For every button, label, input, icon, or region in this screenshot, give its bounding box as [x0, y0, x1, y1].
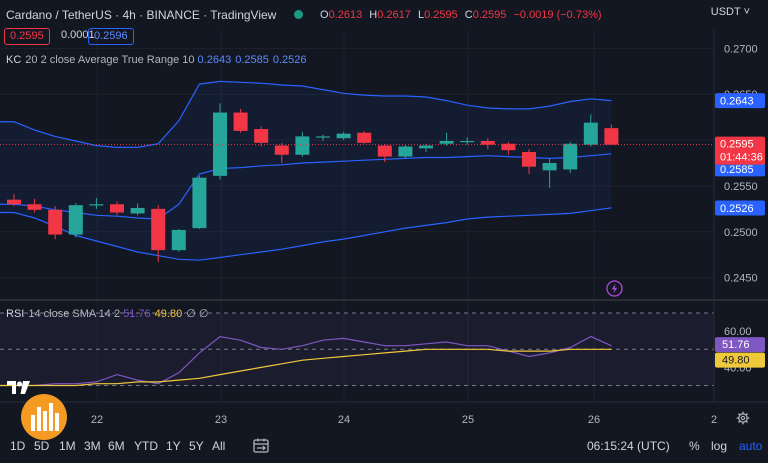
candle-body	[130, 207, 145, 214]
lightning-icon[interactable]	[606, 280, 623, 297]
kc-lower-value: 0.2526	[272, 54, 307, 66]
kc-middle-axis-label: 0.2585	[720, 164, 754, 176]
candle-body	[274, 145, 289, 155]
auto-scale-button[interactable]: auto	[739, 439, 762, 453]
rsi-value: 51.76	[123, 308, 151, 320]
kc-middle-value: 0.2585	[235, 54, 269, 66]
kc-lower-axis-label: 0.2526	[720, 203, 754, 215]
kc-name: KC	[6, 54, 22, 66]
chevron-down-icon: ˅	[743, 6, 750, 18]
time-tick-label: 24	[338, 414, 350, 426]
range-1d-button[interactable]: 1D	[10, 439, 25, 453]
candle-body	[357, 132, 372, 143]
range-ytd-button[interactable]: YTD	[134, 439, 158, 453]
open-label: O	[320, 9, 329, 21]
open-value: 0.2613	[328, 9, 363, 21]
candle-body	[522, 151, 536, 167]
candle-body	[419, 145, 433, 149]
price-tick-label: 0.2500	[724, 227, 758, 239]
buy-button[interactable]: 0.2596	[88, 28, 134, 45]
candle-body	[110, 204, 124, 213]
range-3m-button[interactable]: 3M	[84, 439, 101, 453]
change-value: −0.0019 (−0.73%)	[513, 9, 602, 21]
range-5y-button[interactable]: 5Y	[189, 439, 204, 453]
market-status-dot[interactable]	[294, 10, 303, 19]
candle-body	[233, 112, 248, 131]
sma-axis-label: 49.80	[722, 355, 750, 367]
price-tick-label: 0.2450	[724, 273, 758, 285]
high-value: 0.2617	[377, 9, 411, 21]
gear-icon[interactable]	[736, 411, 750, 425]
bottom-toolbar: 1D 5D 1M 3M 6M YTD 1Y 5Y All 06:15:24 (U…	[0, 431, 768, 463]
rsi-tick-label: 60.00	[724, 326, 752, 338]
rsi-extra: ∅ ∅	[186, 308, 209, 320]
candle-body	[460, 140, 475, 143]
utc-clock[interactable]: 06:15:24 (UTC)	[587, 439, 670, 453]
sell-button[interactable]: 0.2595	[4, 28, 50, 45]
percent-scale-button[interactable]: %	[689, 439, 700, 453]
symbol-title[interactable]: Cardano / TetherUS · 4h · BINANCE · Trad…	[6, 8, 276, 22]
range-6m-button[interactable]: 6M	[108, 439, 125, 453]
candle-body	[254, 129, 269, 143]
date-range-icon[interactable]	[252, 437, 270, 455]
candle-body	[151, 208, 166, 251]
candle-body	[316, 136, 330, 138]
kc-upper-axis-label: 0.2643	[720, 96, 754, 108]
rsi-params: 14 close SMA 14 2	[28, 308, 121, 320]
kc-legend[interactable]: KC 20 2 close Average True Range 10 0.264…	[6, 54, 311, 66]
candle-body	[439, 140, 454, 144]
low-value: 0.2595	[424, 9, 458, 21]
candle-body	[68, 205, 83, 235]
candle-body	[398, 146, 413, 157]
ohlc-legend: O0.2613 H0.2617 L0.2595 C0.2595 −0.0019 …	[320, 9, 606, 21]
candle-body	[377, 145, 392, 157]
candle-body	[336, 133, 351, 139]
candle-body	[171, 229, 186, 251]
price-tick-label: 0.2550	[724, 181, 758, 193]
bar-countdown-label: 01:44:36	[720, 152, 763, 164]
candle-body	[48, 209, 63, 235]
currency-selector[interactable]: USDT ˅	[711, 6, 750, 18]
range-5d-button[interactable]: 5D	[34, 439, 49, 453]
time-tick-label: 2	[711, 414, 717, 426]
range-all-button[interactable]: All	[212, 439, 225, 453]
close-label: C	[464, 9, 473, 21]
time-tick-label: 25	[462, 414, 474, 426]
kc-params: 20 2 close Average True Range 10	[25, 54, 195, 66]
candle-body	[7, 199, 21, 205]
candle-body	[563, 143, 578, 170]
range-1y-button[interactable]: 1Y	[166, 439, 181, 453]
rsi-sma-value: 49.80	[154, 308, 183, 320]
time-tick-label: 23	[215, 414, 227, 426]
candle-body	[480, 140, 495, 145]
time-tick-label: 26	[588, 414, 600, 426]
log-scale-button[interactable]: log	[711, 439, 727, 453]
candle-body	[192, 177, 207, 229]
candle-body	[583, 122, 598, 145]
candle-body	[27, 204, 42, 210]
price-tick-label: 0.2700	[724, 43, 758, 55]
range-1m-button[interactable]: 1M	[59, 439, 76, 453]
kc-upper-value: 0.2643	[197, 54, 232, 66]
close-value: 0.2595	[472, 9, 507, 21]
last-price-label: 0.2595	[720, 139, 754, 151]
currency-label: USDT	[710, 6, 741, 18]
time-tick-label: 22	[91, 414, 103, 426]
rsi-legend[interactable]: RSI 14 close SMA 14 2 51.76 49.80 ∅ ∅	[6, 307, 208, 320]
trading-chart[interactable]: 0.27000.26500.25500.25000.24500.26430.25…	[0, 0, 768, 463]
rsi-name: RSI	[6, 308, 25, 320]
candle-body	[295, 136, 310, 155]
rsi-axis-label: 51.76	[722, 339, 750, 351]
candle-body	[542, 163, 557, 171]
candle-body	[604, 128, 619, 145]
candle-body	[89, 204, 104, 206]
